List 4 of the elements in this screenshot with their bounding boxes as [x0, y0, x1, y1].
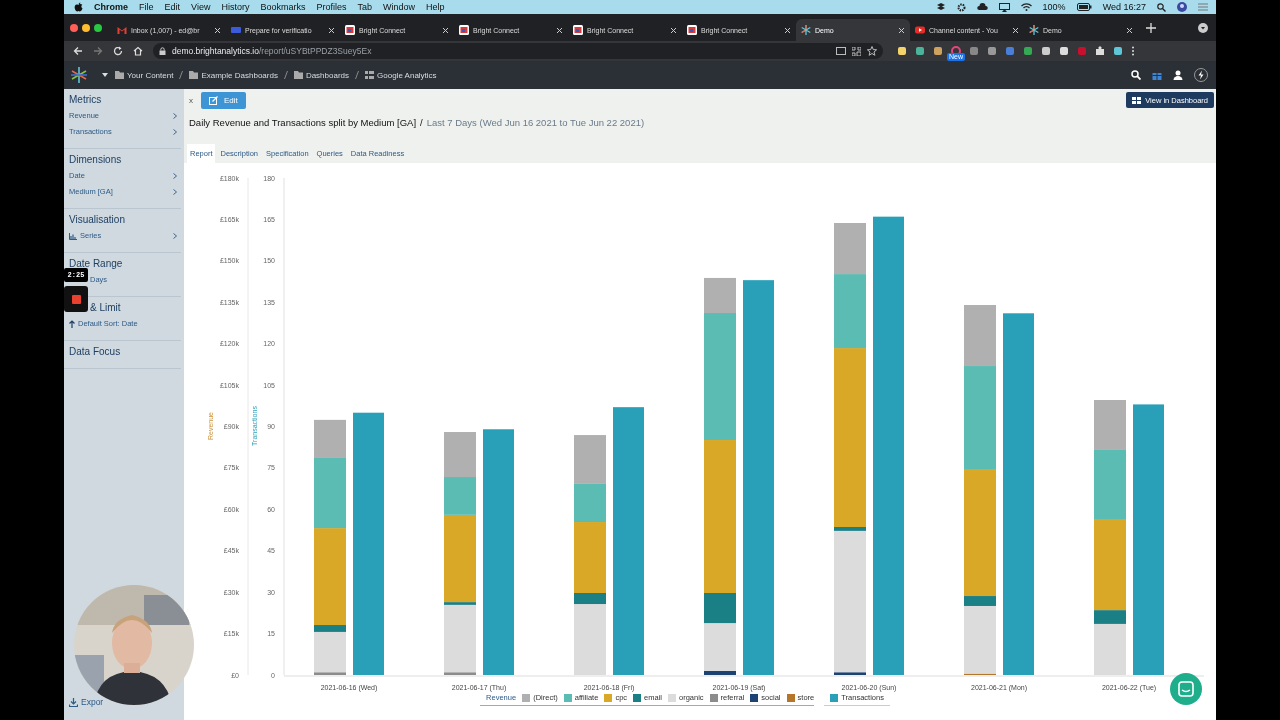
title-separator: / — [420, 116, 423, 128]
battery-percentage: 100% — [1042, 2, 1066, 12]
report-title: Daily Revenue and Transactions split by Medium [GA] — [189, 116, 417, 128]
date-range: Last 7 Days (Wed Jun 16 2021 to Tue Jun 22 2021) — [426, 116, 645, 128]
